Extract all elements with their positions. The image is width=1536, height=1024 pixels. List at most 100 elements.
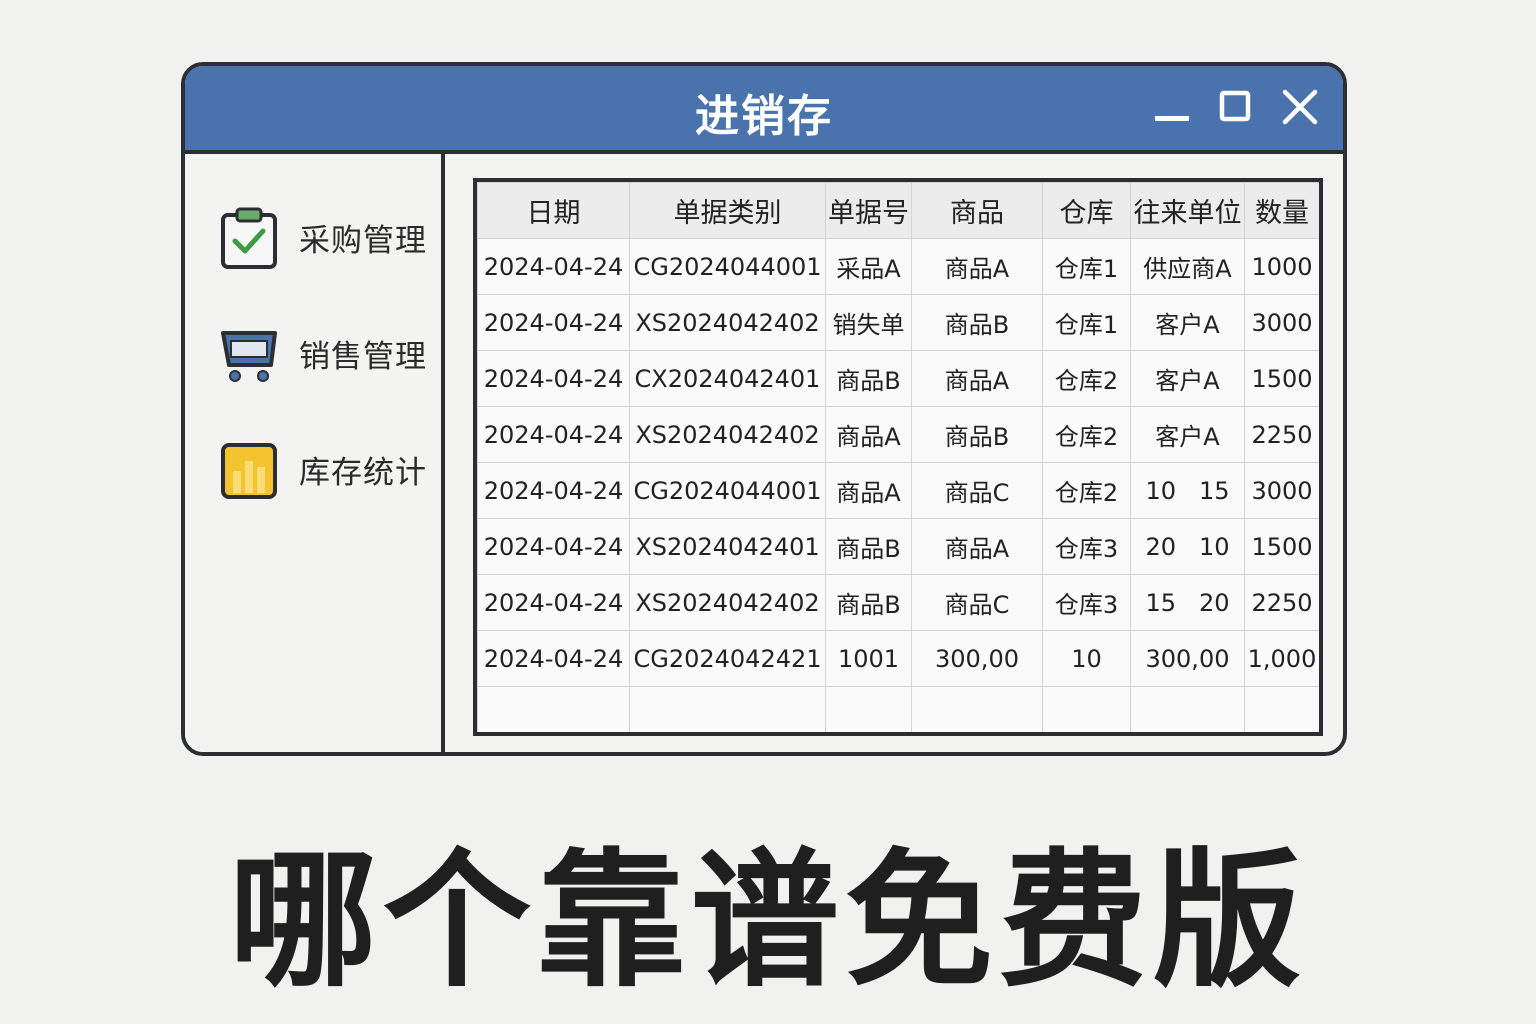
table-cell: 2024-04-24	[477, 462, 630, 519]
inventory-box-icon	[221, 443, 277, 499]
table-cell: 仓库1	[1042, 294, 1131, 351]
shopping-cart-icon	[221, 331, 277, 382]
table-row[interactable]: 2024-04-24 CG2024042421 1001 300,00 10 3…	[477, 630, 1319, 687]
table-cell: 300,00	[911, 630, 1043, 687]
table-cell: 商品A	[911, 518, 1043, 575]
table-cell: 商品A	[911, 350, 1043, 407]
table-cell: XS2024042402	[629, 294, 826, 351]
table-cell: 仓库2	[1042, 350, 1131, 407]
table-cell: 仓库3	[1042, 518, 1131, 575]
table-cell: 销失单	[825, 294, 912, 351]
table-cell: 2024-04-24	[477, 574, 630, 631]
sidebar-item-label: 库存统计	[299, 454, 427, 491]
table-cell: 2250	[1244, 406, 1319, 463]
table-cell: 20 10	[1130, 518, 1245, 575]
headline: 哪个靠谱免费版	[229, 835, 1307, 1007]
table-cell: XS2024042402	[629, 574, 826, 631]
table-cell: 商品A	[911, 238, 1043, 295]
table-cell: 商品C	[911, 574, 1043, 631]
table-row[interactable]: 2024-04-24 CG2024044001 采品A 商品A 仓库1 供应商A…	[477, 238, 1319, 295]
sidebar-item-label: 销售管理	[299, 338, 427, 375]
column-header[interactable]: 往来单位	[1130, 182, 1245, 239]
table-cell: 商品A	[825, 462, 912, 519]
table-cell: 1001	[825, 630, 912, 687]
table-cell: 300,00	[1130, 630, 1245, 687]
table-cell: 1,000	[1244, 630, 1319, 687]
table-cell: 15 20	[1130, 574, 1245, 631]
column-header[interactable]: 单据号	[825, 182, 912, 239]
table-row[interactable]: 2024-04-24 XS2024042402 商品A 商品B 仓库2 客户A …	[477, 406, 1319, 463]
table-cell	[1042, 686, 1131, 732]
table-cell: 2024-04-24	[477, 294, 630, 351]
table-cell: 商品B	[911, 406, 1043, 463]
table-cell: XS2024042401	[629, 518, 826, 575]
sidebar: 采购管理 销售管理 库存统计	[185, 154, 445, 752]
column-header[interactable]: 商品	[911, 182, 1043, 239]
table-cell: CG2024044001	[629, 462, 826, 519]
table-cell	[629, 686, 826, 732]
table-cell: 10 15	[1130, 462, 1245, 519]
table-cell: XS2024042402	[629, 406, 826, 463]
minimize-button[interactable]	[1153, 88, 1193, 128]
table-cell: 2024-04-24	[477, 406, 630, 463]
maximize-icon	[1219, 90, 1251, 122]
table-cell: 3000	[1244, 294, 1319, 351]
table-cell: 商品B	[911, 294, 1043, 351]
table-row[interactable]: 2024-04-24 CG2024044001 商品A 商品C 仓库2 10 1…	[477, 462, 1319, 519]
data-table: 日期 单据类别 单据号 商品 仓库 往来单位 数量 2024-04-24 CG2…	[473, 178, 1323, 736]
app-window: 进销存 采购管理 销售管理 库存统计 日期 单据类别 单据号 商品 仓库 往来单…	[181, 62, 1347, 756]
table-cell: 1500	[1244, 518, 1319, 575]
table-cell: 仓库1	[1042, 238, 1131, 295]
maximize-button[interactable]	[1217, 88, 1257, 128]
table-cell: 仓库2	[1042, 406, 1131, 463]
title-bar[interactable]: 进销存	[185, 66, 1343, 154]
table-cell: 客户A	[1130, 406, 1245, 463]
table-cell: 商品B	[825, 574, 912, 631]
table-cell	[911, 686, 1043, 732]
table-cell: 2250	[1244, 574, 1319, 631]
table-cell: 供应商A	[1130, 238, 1245, 295]
table-cell: 1000	[1244, 238, 1319, 295]
table-row[interactable]: 2024-04-24 XS2024042401 商品B 商品A 仓库3 20 1…	[477, 518, 1319, 575]
column-header[interactable]: 日期	[477, 182, 630, 239]
table-cell: 客户A	[1130, 294, 1245, 351]
table-cell: 商品C	[911, 462, 1043, 519]
table-cell: 商品B	[825, 350, 912, 407]
sidebar-item-purchase[interactable]: 采购管理	[217, 202, 437, 272]
column-header[interactable]: 单据类别	[629, 182, 826, 239]
sidebar-item-sales[interactable]: 销售管理	[217, 318, 437, 388]
table-cell: 3000	[1244, 462, 1319, 519]
close-icon	[1282, 89, 1318, 125]
table-cell: 2024-04-24	[477, 350, 630, 407]
table-cell	[825, 686, 912, 732]
sidebar-item-inventory[interactable]: 库存统计	[217, 434, 437, 504]
table-cell	[1244, 686, 1319, 732]
sidebar-item-label: 采购管理	[299, 222, 427, 259]
table-cell: 商品B	[825, 518, 912, 575]
table-cell: CX2024042401	[629, 350, 826, 407]
table-cell	[477, 686, 630, 732]
table-header-row: 日期 单据类别 单据号 商品 仓库 往来单位 数量	[477, 182, 1319, 239]
table-row[interactable]: 2024-04-24 CX2024042401 商品B 商品A 仓库2 客户A …	[477, 350, 1319, 407]
table-cell: 商品A	[825, 406, 912, 463]
table-cell: 仓库3	[1042, 574, 1131, 631]
minimize-icon	[1155, 116, 1189, 121]
table-row[interactable]: 2024-04-24 XS2024042402 商品B 商品C 仓库3 15 2…	[477, 574, 1319, 631]
table-cell: CG2024044001	[629, 238, 826, 295]
clipboard-check-icon	[221, 207, 277, 269]
table-cell: 10	[1042, 630, 1131, 687]
table-row[interactable]: 2024-04-24 XS2024042402 销失单 商品B 仓库1 客户A …	[477, 294, 1319, 351]
table-cell: CG2024042421	[629, 630, 826, 687]
table-row-empty[interactable]	[477, 686, 1319, 732]
table-cell: 客户A	[1130, 350, 1245, 407]
main-content: 日期 单据类别 单据号 商品 仓库 往来单位 数量 2024-04-24 CG2…	[449, 154, 1343, 752]
table-cell: 1500	[1244, 350, 1319, 407]
close-button[interactable]	[1281, 88, 1321, 128]
table-cell: 2024-04-24	[477, 630, 630, 687]
table-cell	[1130, 686, 1245, 732]
column-header[interactable]: 仓库	[1042, 182, 1131, 239]
table-cell: 仓库2	[1042, 462, 1131, 519]
column-header[interactable]: 数量	[1244, 182, 1319, 239]
table-cell: 2024-04-24	[477, 518, 630, 575]
table-cell: 2024-04-24	[477, 238, 630, 295]
